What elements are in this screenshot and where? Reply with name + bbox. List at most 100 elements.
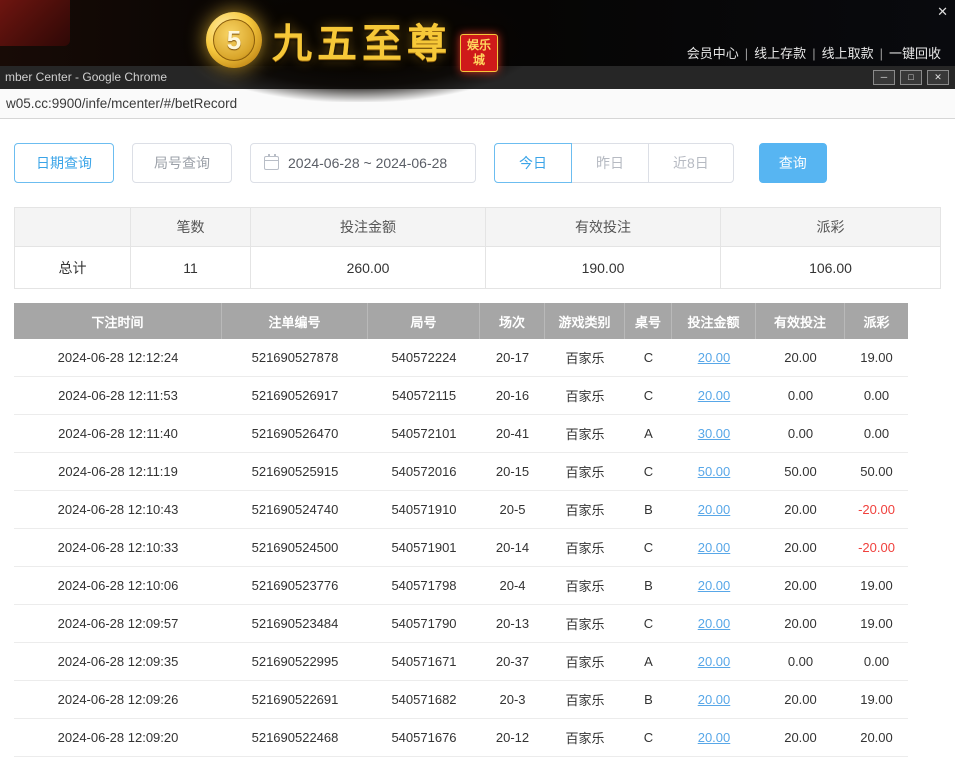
cell-session: 20-41 (480, 426, 545, 441)
cell-table-number: B (625, 578, 672, 593)
summary-table: 笔数 投注金额 有效投注 派彩 总计 11 260.00 190.00 106.… (14, 207, 941, 289)
cell-round-number: 540572101 (368, 426, 480, 441)
cell-bet-time: 2024-06-28 12:11:40 (14, 426, 222, 441)
cell-order-number: 521690523776 (222, 578, 368, 593)
cell-table-number: C (625, 388, 672, 403)
date-query-button[interactable]: 日期查询 (14, 143, 114, 183)
close-button[interactable]: ✕ (927, 70, 949, 85)
bet-amount-link[interactable]: 20.00 (698, 730, 731, 745)
bet-amount-link[interactable]: 20.00 (698, 654, 731, 669)
cell-payout: 20.00 (845, 730, 908, 745)
cell-table-number: C (625, 616, 672, 631)
cell-order-number: 521690526917 (222, 388, 368, 403)
window-controls: ─ □ ✕ (873, 70, 949, 85)
cell-payout: 0.00 (845, 388, 908, 403)
cell-payout: -20.00 (845, 502, 908, 517)
cell-table-number: C (625, 540, 672, 555)
cell-session: 20-4 (480, 578, 545, 593)
cell-payout: 0.00 (845, 654, 908, 669)
nav-member-center[interactable]: 会员中心 (681, 46, 745, 61)
bet-amount-link[interactable]: 20.00 (698, 350, 731, 365)
table-row: 2024-06-28 12:10:06 521690523776 5405717… (14, 567, 908, 605)
cell-bet-time: 2024-06-28 12:09:35 (14, 654, 222, 669)
today-button[interactable]: 今日 (494, 143, 572, 183)
bet-amount-link[interactable]: 20.00 (698, 388, 731, 403)
summary-total-row: 总计 11 260.00 190.00 106.00 (15, 247, 940, 288)
cell-round-number: 540572115 (368, 388, 480, 403)
cell-session: 20-12 (480, 730, 545, 745)
bet-amount-link[interactable]: 20.00 (698, 502, 731, 517)
table-row: 2024-06-28 12:11:19 521690525915 5405720… (14, 453, 908, 491)
cell-session: 20-17 (480, 350, 545, 365)
minimize-button[interactable]: ─ (873, 70, 895, 85)
cell-payout: 50.00 (845, 464, 908, 479)
nav-one-key-recycle[interactable]: 一键回收 (883, 46, 947, 61)
cell-bet-time: 2024-06-28 12:11:19 (14, 464, 222, 479)
cell-session: 20-3 (480, 692, 545, 707)
summary-count-value: 11 (130, 247, 250, 288)
maximize-button[interactable]: □ (900, 70, 922, 85)
cell-round-number: 540571798 (368, 578, 480, 593)
cell-payout: 19.00 (845, 578, 908, 593)
header-table-number: 桌号 (625, 303, 672, 339)
banner-close-icon[interactable]: ✕ (937, 5, 948, 18)
cell-bet-time: 2024-06-28 12:09:57 (14, 616, 222, 631)
cell-round-number: 540571910 (368, 502, 480, 517)
cell-session: 20-16 (480, 388, 545, 403)
cell-bet-time: 2024-06-28 12:09:26 (14, 692, 222, 707)
banner-nav: 会员中心|线上存款|线上取款|一键回收 (681, 43, 947, 62)
cell-game-type: 百家乐 (545, 652, 625, 671)
cell-bet-time: 2024-06-28 12:10:06 (14, 578, 222, 593)
bet-amount-link[interactable]: 20.00 (698, 616, 731, 631)
header-bet-time: 下注时间 (14, 303, 222, 339)
cell-order-number: 521690522995 (222, 654, 368, 669)
last-8-days-button[interactable]: 近8日 (648, 143, 734, 183)
date-range-input[interactable]: 2024-06-28 ~ 2024-06-28 (250, 143, 476, 183)
bet-amount-link[interactable]: 20.00 (698, 578, 731, 593)
bet-amount-link[interactable]: 20.00 (698, 692, 731, 707)
cell-game-type: 百家乐 (545, 348, 625, 367)
bet-amount-link[interactable]: 30.00 (698, 426, 731, 441)
date-range-value: 2024-06-28 ~ 2024-06-28 (288, 155, 447, 171)
summary-header-valid-bet: 有效投注 (485, 208, 720, 246)
bet-table-body: 2024-06-28 12:12:24 521690527878 5405722… (14, 339, 908, 757)
filter-bar: 日期查询 局号查询 2024-06-28 ~ 2024-06-28 今日 昨日 … (14, 143, 955, 183)
bet-amount-link[interactable]: 50.00 (698, 464, 731, 479)
window-title: mber Center - Google Chrome (5, 66, 167, 89)
brand-badge: 娱乐城 (460, 34, 498, 72)
cell-valid-bet: 0.00 (756, 388, 845, 403)
search-button[interactable]: 查询 (759, 143, 827, 183)
header-bet-amount: 投注金额 (672, 303, 756, 339)
nav-online-withdraw[interactable]: 线上取款 (816, 46, 880, 61)
cell-bet-amount: 30.00 (672, 426, 756, 441)
table-row: 2024-06-28 12:09:35 521690522995 5405716… (14, 643, 908, 681)
cell-bet-time: 2024-06-28 12:09:20 (14, 730, 222, 745)
cell-payout: 0.00 (845, 426, 908, 441)
calendar-icon (264, 156, 279, 170)
table-row: 2024-06-28 12:09:57 521690523484 5405717… (14, 605, 908, 643)
cell-round-number: 540571676 (368, 730, 480, 745)
summary-valid-bet-value: 190.00 (485, 247, 720, 288)
cell-bet-time: 2024-06-28 12:10:43 (14, 502, 222, 517)
nav-online-deposit[interactable]: 线上存款 (748, 46, 812, 61)
cell-payout: 19.00 (845, 692, 908, 707)
cell-bet-amount: 20.00 (672, 578, 756, 593)
cell-valid-bet: 50.00 (756, 464, 845, 479)
table-row: 2024-06-28 12:10:43 521690524740 5405719… (14, 491, 908, 529)
cell-table-number: B (625, 692, 672, 707)
cell-bet-amount: 20.00 (672, 540, 756, 555)
bet-amount-link[interactable]: 20.00 (698, 540, 731, 555)
cell-payout: 19.00 (845, 350, 908, 365)
cell-game-type: 百家乐 (545, 576, 625, 595)
cell-bet-amount: 20.00 (672, 616, 756, 631)
header-round-number: 局号 (368, 303, 480, 339)
cell-bet-amount: 20.00 (672, 692, 756, 707)
screen: ✕ 会员中心|线上存款|线上取款|一键回收 5 九五至尊 娱乐城 mber Ce… (0, 0, 955, 769)
cell-order-number: 521690525915 (222, 464, 368, 479)
yesterday-button[interactable]: 昨日 (571, 143, 649, 183)
cell-bet-amount: 20.00 (672, 502, 756, 517)
round-query-button[interactable]: 局号查询 (132, 143, 232, 183)
cell-order-number: 521690524500 (222, 540, 368, 555)
cell-order-number: 521690526470 (222, 426, 368, 441)
header-order-number: 注单编号 (222, 303, 368, 339)
